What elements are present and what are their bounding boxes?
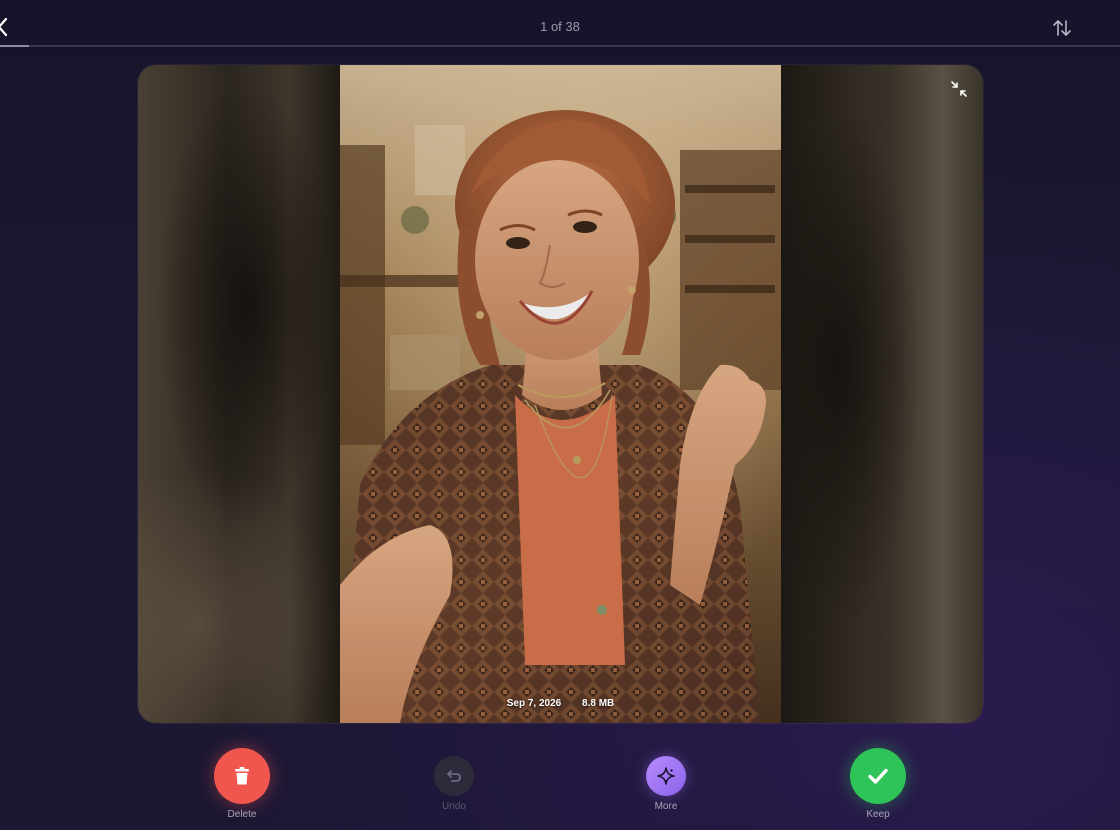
delete-action: Delete xyxy=(212,748,272,820)
undo-label: Undo xyxy=(442,801,466,812)
keep-button[interactable] xyxy=(850,748,906,804)
checkmark-icon xyxy=(868,768,888,784)
blurred-background-left xyxy=(138,65,340,723)
delete-button[interactable] xyxy=(214,748,270,804)
photo-size: 8.8 MB xyxy=(582,698,615,709)
sort-button[interactable] xyxy=(1050,16,1074,40)
photo-image xyxy=(340,65,781,723)
collapse-button[interactable] xyxy=(949,79,969,99)
photo-card[interactable]: Sep 7, 2026 8.8 MB xyxy=(138,65,983,723)
more-label: More xyxy=(654,801,678,812)
blurred-background-right xyxy=(781,65,983,723)
sparkle-icon xyxy=(657,767,675,785)
photo-date: Sep 7, 2026 xyxy=(506,698,562,709)
delete-label: Delete xyxy=(227,809,257,820)
more-button[interactable] xyxy=(646,756,686,796)
collapse-icon xyxy=(951,81,967,97)
photo-counter: 1 of 38 xyxy=(540,19,580,34)
photo-metadata: Sep 7, 2026 8.8 MB xyxy=(138,698,983,709)
undo-icon xyxy=(447,770,461,782)
undo-button[interactable] xyxy=(434,756,474,796)
action-bar: Delete Undo More Keep xyxy=(0,740,1120,830)
keep-action: Keep xyxy=(848,748,908,820)
more-action: More xyxy=(636,756,696,812)
progress-fill xyxy=(0,45,30,47)
sort-arrows-icon xyxy=(1053,20,1071,36)
trash-icon xyxy=(235,767,249,785)
undo-action: Undo xyxy=(424,756,484,812)
progress-bar xyxy=(0,45,1120,47)
keep-label: Keep xyxy=(866,809,890,820)
top-bar: 1 of 38 xyxy=(0,0,1120,47)
